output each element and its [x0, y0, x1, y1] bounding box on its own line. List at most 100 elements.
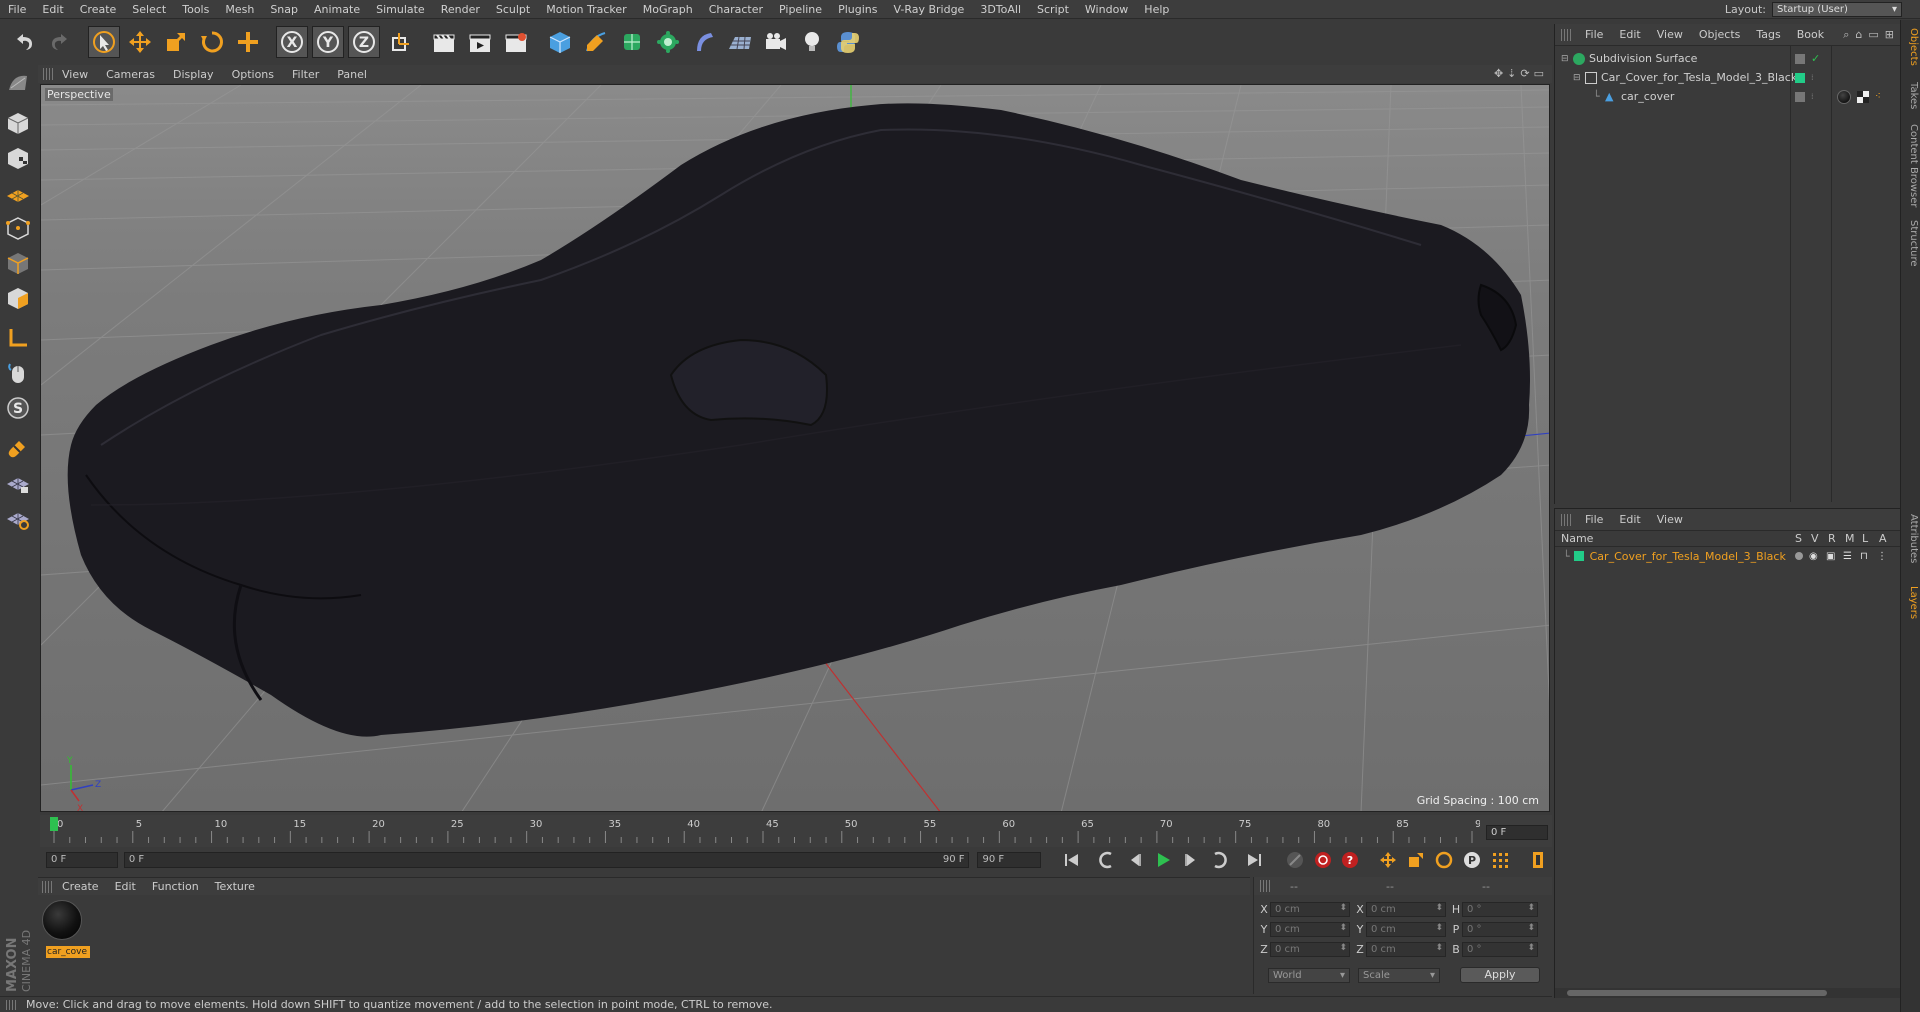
rot-b-field[interactable]: 0 ° [1462, 941, 1538, 957]
previous-frame-button[interactable] [1122, 849, 1148, 871]
menu-character[interactable]: Character [701, 0, 771, 19]
visibility-dots-icon[interactable]: ⁞ [1811, 73, 1814, 82]
cloner-button[interactable] [652, 26, 684, 58]
deformer-button[interactable] [688, 26, 720, 58]
key-parameter-toggle[interactable]: P [1459, 849, 1485, 871]
floor-button[interactable] [724, 26, 756, 58]
dolly-icon[interactable]: ⇣ [1507, 67, 1516, 80]
menu-window[interactable]: Window [1077, 0, 1136, 19]
previous-keyframe-button[interactable] [1094, 849, 1120, 871]
selection-tag-icon[interactable]: ⁖ [1875, 91, 1881, 102]
playhead[interactable] [50, 817, 58, 831]
next-keyframe-button[interactable] [1206, 849, 1232, 871]
timeline-ruler[interactable]: 051015202530354045505560657075808590 0 F [40, 815, 1552, 847]
tab-content-browser[interactable]: Content Browser [1903, 124, 1919, 207]
tab-objects[interactable]: Objects [1903, 28, 1919, 66]
menu-simulate[interactable]: Simulate [368, 0, 433, 19]
viewport-menu-view[interactable]: View [53, 68, 97, 81]
material-tag-icon[interactable] [1837, 89, 1851, 104]
menu-script[interactable]: Script [1029, 0, 1077, 19]
rot-p-field[interactable]: 0 ° [1462, 921, 1538, 937]
point-mode-button[interactable] [2, 212, 34, 244]
panel-grip[interactable] [43, 68, 53, 80]
rotate-tool[interactable] [196, 26, 228, 58]
tab-takes[interactable]: Takes [1903, 82, 1919, 109]
search-icon[interactable]: ⌕ [1843, 28, 1849, 42]
eye-icon[interactable]: ◉ [1809, 551, 1818, 562]
maximize-icon[interactable]: ▭ [1534, 67, 1544, 80]
viewport-menu-cameras[interactable]: Cameras [97, 68, 164, 81]
car-cover-model[interactable] [67, 103, 1531, 737]
pos-y-field[interactable]: 0 cm [1270, 921, 1350, 937]
layout-select[interactable]: Startup (User) [1772, 2, 1902, 17]
menu-pipeline[interactable]: Pipeline [771, 0, 830, 19]
pen-spline-button[interactable] [580, 26, 612, 58]
menu-plugins[interactable]: Plugins [830, 0, 885, 19]
preview-range-slider[interactable]: 0 F 90 F [123, 852, 970, 868]
axis-mode-button[interactable] [2, 322, 34, 354]
z-axis-toggle[interactable]: Z [348, 26, 380, 58]
rot-h-field[interactable]: 0 ° [1462, 901, 1538, 917]
cube-primitive-button[interactable] [544, 26, 576, 58]
polygon-mode-button[interactable] [2, 282, 34, 314]
panel-grip[interactable] [1561, 513, 1571, 526]
objects-menu-edit[interactable]: Edit [1611, 28, 1648, 41]
move-tool[interactable] [124, 26, 156, 58]
key-position-toggle[interactable] [1375, 849, 1401, 871]
size-y-field[interactable]: 0 cm [1366, 921, 1446, 937]
home-icon[interactable]: ⌂ [1855, 28, 1862, 42]
pos-x-field[interactable]: 0 cm [1270, 901, 1350, 917]
tab-attributes[interactable]: Attributes [1903, 514, 1919, 563]
autokeying-button[interactable]: ? [1338, 849, 1364, 871]
record-active-objects-button[interactable] [1310, 849, 1336, 871]
menu-3dtoall[interactable]: 3DToAll [972, 0, 1029, 19]
menu-animate[interactable]: Animate [306, 0, 368, 19]
menu-mesh[interactable]: Mesh [217, 0, 262, 19]
orbit-icon[interactable]: ⟳ [1520, 67, 1529, 80]
live-selection-tool[interactable] [88, 26, 120, 58]
size-mode-dropdown[interactable]: Scale [1358, 967, 1440, 983]
objects-menu-view[interactable]: View [1649, 28, 1691, 41]
apply-button[interactable]: Apply [1460, 967, 1540, 983]
timeline-window-button[interactable] [1525, 849, 1551, 871]
layers-menu-file[interactable]: File [1577, 513, 1611, 526]
panel-grip[interactable] [6, 1000, 16, 1010]
menu-render[interactable]: Render [433, 0, 488, 19]
play-button[interactable] [1150, 849, 1176, 871]
key-scale-toggle[interactable] [1403, 849, 1429, 871]
undo-button[interactable] [8, 26, 40, 58]
expand-toggle-icon[interactable]: ⊟ [1561, 54, 1569, 64]
objects-menu-objects[interactable]: Objects [1691, 28, 1749, 41]
scale-tool[interactable] [160, 26, 192, 58]
expand-toggle-icon[interactable]: ⊟ [1573, 73, 1581, 83]
lock-icon[interactable]: ⊓ [1860, 551, 1868, 562]
render-settings-button[interactable] [500, 26, 532, 58]
coordinate-mode-dropdown[interactable]: World [1268, 967, 1350, 983]
material-menu-function[interactable]: Function [144, 880, 207, 893]
motion-record-button[interactable] [1282, 849, 1308, 871]
menu-tools[interactable]: Tools [174, 0, 217, 19]
horizontal-scrollbar[interactable] [1555, 988, 1901, 998]
new-view-icon[interactable]: ▭ [1868, 28, 1878, 42]
layer-color-icon[interactable] [1795, 72, 1805, 83]
snap-button[interactable]: S [2, 392, 34, 424]
menu-sculpt[interactable]: Sculpt [488, 0, 538, 19]
object-row-subdivision-surface[interactable]: ⊟ Subdivision Surface ✓ [1555, 49, 1901, 68]
objects-menu-tags[interactable]: Tags [1748, 28, 1788, 41]
menu-create[interactable]: Create [72, 0, 125, 19]
layer-color-swatch[interactable] [1573, 551, 1584, 561]
material-menu-create[interactable]: Create [54, 880, 107, 893]
y-axis-toggle[interactable]: Y [312, 26, 344, 58]
coordinate-system-toggle[interactable] [384, 26, 416, 58]
manager-list-icon[interactable]: ☰ [1843, 551, 1852, 562]
key-pla-toggle[interactable] [1487, 849, 1513, 871]
menu-mograph[interactable]: MoGraph [635, 0, 701, 19]
tab-structure[interactable]: Structure [1903, 220, 1919, 267]
layer-tag-icon[interactable] [1795, 91, 1805, 102]
redo-button[interactable] [44, 26, 76, 58]
edge-mode-button[interactable] [2, 247, 34, 279]
viewport-menu-panel[interactable]: Panel [328, 68, 376, 81]
objects-menu-bookmarks[interactable]: Book [1789, 28, 1832, 41]
object-row-car-cover-mesh[interactable]: └ ▲ car_cover ⁞ ⁖ [1555, 87, 1901, 106]
layers-menu-view[interactable]: View [1649, 513, 1691, 526]
